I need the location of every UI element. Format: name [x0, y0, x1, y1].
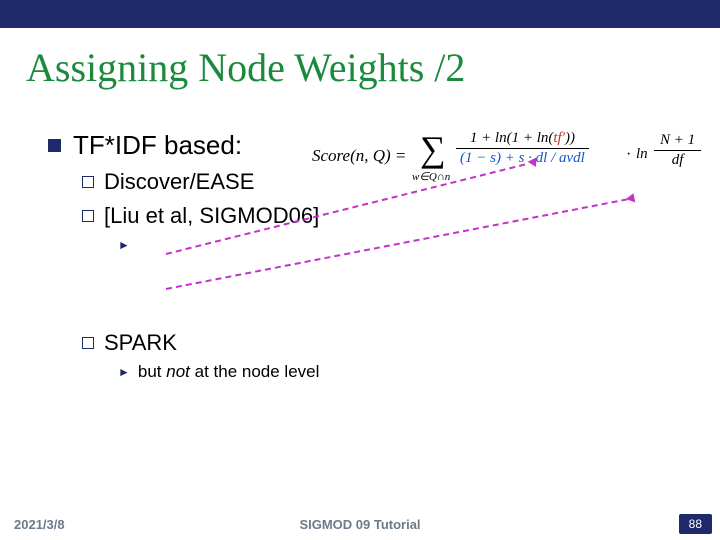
content-body: TF*IDF based: Discover/EASE [Liu et al, …: [48, 130, 688, 382]
sub-discover-ease: Discover/EASE: [82, 169, 688, 195]
sub-liu-label: [Liu et al, SIGMOD06]: [104, 203, 319, 229]
spark-note-prefix: but: [138, 362, 166, 381]
header-bar: [0, 0, 720, 28]
filled-square-icon: [48, 139, 61, 152]
bullet-tfidf-label: TF*IDF based:: [73, 130, 242, 161]
sub-spark-label: SPARK: [104, 330, 177, 356]
triangle-icon: ►: [118, 365, 130, 379]
sub-liu: [Liu et al, SIGMOD06]: [82, 203, 688, 229]
footer-center: SIGMOD 09 Tutorial: [0, 517, 720, 532]
hollow-square-icon: [82, 210, 94, 222]
triangle-icon: ►: [118, 238, 130, 252]
footer: 2021/3/8 SIGMOD 09 Tutorial: [0, 517, 720, 532]
spark-note-suffix: at the node level: [190, 362, 319, 381]
spark-note-italic: not: [166, 362, 190, 381]
hollow-square-icon: [82, 176, 94, 188]
slide-title: Assigning Node Weights /2: [26, 44, 465, 91]
page-number: 88: [679, 514, 712, 534]
sub-spark: SPARK: [82, 330, 688, 356]
hollow-square-icon: [82, 337, 94, 349]
bullet-tfidf: TF*IDF based:: [48, 130, 688, 161]
sub-spark-note: ► but not at the node level: [118, 362, 688, 382]
sub-discover-ease-label: Discover/EASE: [104, 169, 254, 195]
